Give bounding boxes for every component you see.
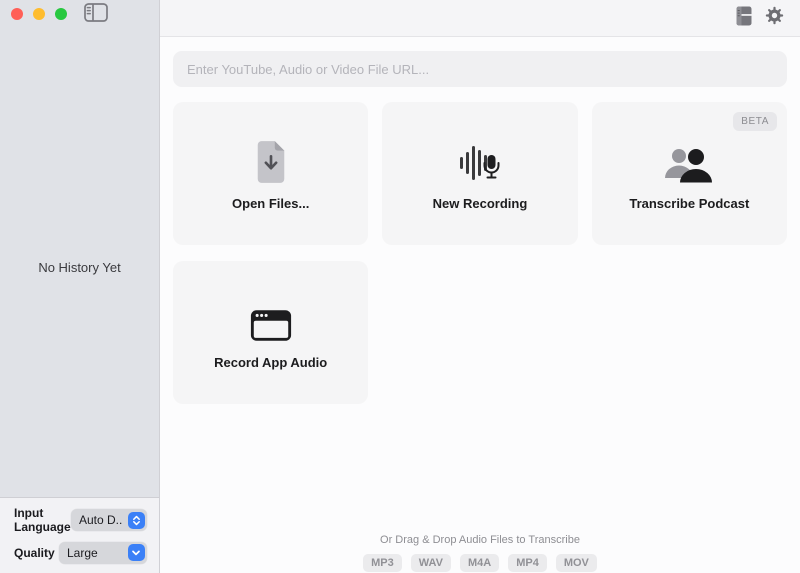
chevron-down-icon xyxy=(127,544,145,562)
format-badge-list: MP3 WAV M4A MP4 MOV xyxy=(160,554,800,572)
quality-value: Large xyxy=(67,545,98,560)
format-badge-mov: MOV xyxy=(555,554,597,572)
two-people-icon xyxy=(664,136,714,184)
quality-label: Quality xyxy=(14,545,55,560)
beta-badge: BETA xyxy=(733,112,777,131)
main-area: Open Files... xyxy=(160,0,800,573)
format-badge-m4a: M4A xyxy=(459,554,500,572)
new-recording-card[interactable]: New Recording xyxy=(382,102,578,245)
window-controls xyxy=(11,8,67,20)
sidebar-toggle-icon xyxy=(84,2,108,27)
quality-dropdown[interactable]: Large xyxy=(59,541,147,564)
app-window-icon xyxy=(249,295,293,343)
card-label: Record App Audio xyxy=(214,355,328,370)
input-language-dropdown[interactable]: Auto D... xyxy=(71,509,147,532)
format-badge-wav: WAV xyxy=(410,554,451,572)
input-language-label: Input Language xyxy=(14,506,71,535)
card-label: Open Files... xyxy=(232,196,310,211)
record-app-audio-card[interactable]: Record App Audio xyxy=(173,261,369,404)
close-window-button[interactable] xyxy=(11,8,23,20)
format-badge-mp4: MP4 xyxy=(508,554,547,572)
notebook-icon xyxy=(736,6,752,31)
card-label: New Recording xyxy=(432,196,528,211)
format-badge-mp3: MP3 xyxy=(363,554,402,572)
open-files-card[interactable]: Open Files... xyxy=(173,102,369,245)
input-language-value: Auto D... xyxy=(79,513,123,528)
zoom-window-button[interactable] xyxy=(55,8,67,20)
main-content: Open Files... xyxy=(160,51,800,573)
sidebar-settings-panel: Input Language Auto D... Quality Large xyxy=(0,497,159,573)
waveform-microphone-icon xyxy=(458,136,502,184)
url-input[interactable] xyxy=(173,51,787,87)
history-empty-state: No History Yet xyxy=(38,260,121,275)
gear-icon xyxy=(765,6,784,30)
chevron-up-down-icon xyxy=(127,511,145,529)
document-download-icon xyxy=(253,136,289,184)
transcripts-notebook-button[interactable] xyxy=(736,6,752,31)
transcribe-podcast-card[interactable]: BETA Transcribe Podcast xyxy=(591,102,787,245)
sidebar: No History Yet Input Language Auto D... … xyxy=(0,0,160,573)
toggle-sidebar-button[interactable] xyxy=(83,2,109,27)
action-card-grid: Open Files... New Recording BETA Transcr… xyxy=(173,102,787,404)
card-label: Transcribe Podcast xyxy=(629,196,750,211)
drop-zone: Or Drag & Drop Audio Files to Transcribe… xyxy=(160,534,800,572)
titlebar xyxy=(160,0,800,37)
drop-hint-text: Or Drag & Drop Audio Files to Transcribe xyxy=(380,534,580,546)
settings-button[interactable] xyxy=(765,6,784,30)
minimize-window-button[interactable] xyxy=(33,8,45,20)
